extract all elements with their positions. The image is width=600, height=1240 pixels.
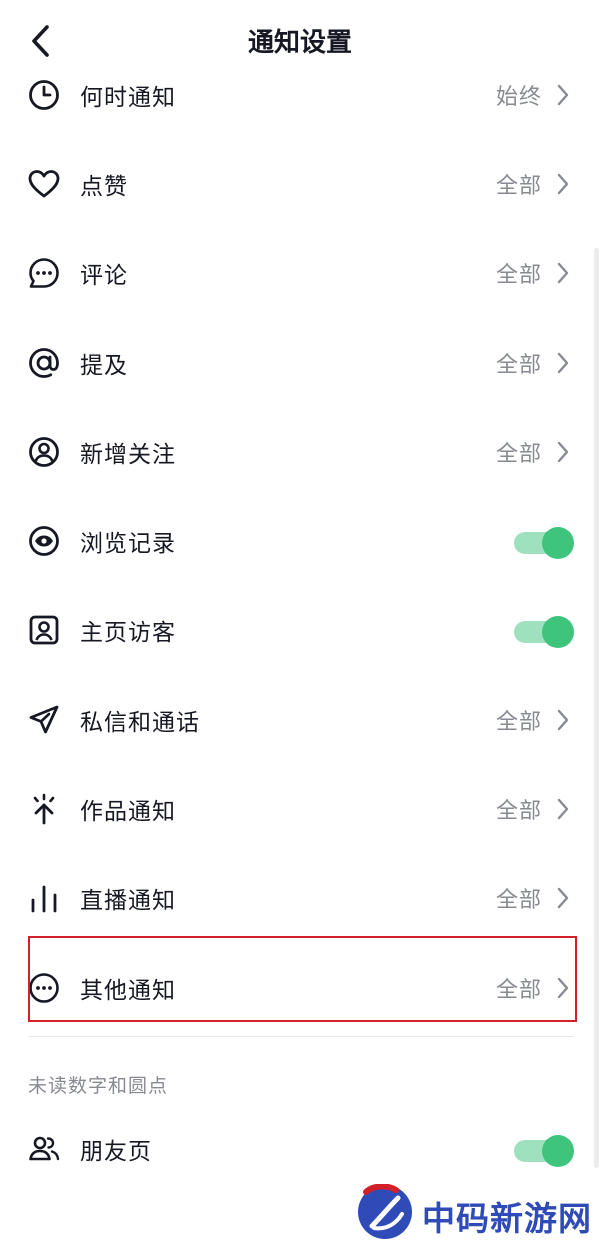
- heart-icon: [26, 166, 62, 202]
- row-when-notify[interactable]: 何时通知 始终: [0, 50, 600, 139]
- row-label: 私信和通话: [80, 709, 200, 736]
- eye-icon: [26, 523, 62, 559]
- chevron-right-icon: [554, 349, 572, 377]
- row-value: 全部: [495, 352, 542, 378]
- chevron-right-icon: [554, 706, 572, 734]
- row-label: 新增关注: [80, 441, 176, 468]
- scrollbar[interactable]: [594, 248, 599, 1168]
- chevron-right-icon: [554, 974, 572, 1002]
- watermark: 中码新游网: [356, 1184, 600, 1240]
- friends-page-toggle[interactable]: [514, 1134, 574, 1167]
- user-circle-icon: [26, 434, 62, 470]
- row-label: 其他通知: [80, 977, 176, 1004]
- chevron-right-icon: [554, 795, 572, 823]
- row-label: 何时通知: [80, 84, 176, 111]
- row-value: 全部: [495, 709, 542, 735]
- friends-icon: [26, 1131, 62, 1167]
- chevron-right-icon: [554, 438, 572, 466]
- toggle-knob: [542, 1134, 574, 1167]
- row-value: 全部: [495, 263, 542, 289]
- row-new-followers[interactable]: 新增关注 全部: [0, 407, 600, 496]
- row-label: 作品通知: [80, 799, 176, 826]
- row-friends-page: 朋友页: [0, 1104, 600, 1193]
- clock-icon: [26, 77, 62, 113]
- chevron-right-icon: [554, 170, 572, 198]
- row-label: 直播通知: [80, 888, 176, 915]
- row-value: 始终: [495, 84, 542, 110]
- row-messages-calls[interactable]: 私信和通话 全部: [0, 675, 600, 764]
- chevron-right-icon: [554, 884, 572, 912]
- more-dots-icon: [26, 970, 62, 1006]
- row-label: 评论: [80, 263, 128, 290]
- watermark-logo-icon: [358, 1184, 412, 1239]
- row-works-notify[interactable]: 作品通知 全部: [0, 764, 600, 853]
- at-sign-icon: [26, 345, 62, 381]
- row-label: 提及: [80, 352, 128, 379]
- comment-bubble-icon: [26, 255, 62, 291]
- row-comments[interactable]: 评论 全部: [0, 229, 600, 318]
- row-browse-history: 浏览记录: [0, 496, 600, 585]
- browse-history-toggle[interactable]: [514, 526, 574, 560]
- row-label: 浏览记录: [80, 531, 176, 558]
- row-value: 全部: [495, 441, 542, 467]
- row-label: 点赞: [80, 173, 128, 200]
- row-likes[interactable]: 点赞 全部: [0, 139, 600, 228]
- row-value: 全部: [495, 977, 542, 1003]
- profile-visitors-toggle[interactable]: [514, 615, 574, 649]
- toggle-knob: [542, 527, 574, 560]
- row-profile-visitors: 主页访客: [0, 586, 600, 675]
- toggle-knob: [542, 616, 574, 649]
- row-value: 全部: [495, 173, 542, 199]
- notification-settings-screen: 通知设置 何时通知 始终 点赞 全部 评论 全部 提及 全部 新增关注 全部 浏…: [0, 0, 600, 1240]
- profile-frame-icon: [26, 612, 62, 648]
- watermark-text: 中码新游网: [422, 1199, 592, 1238]
- row-live-notify[interactable]: 直播通知 全部: [0, 854, 600, 943]
- send-icon: [26, 702, 62, 738]
- bars-icon: [26, 880, 62, 916]
- row-value: 全部: [495, 888, 542, 914]
- row-mentions[interactable]: 提及 全部: [0, 318, 600, 407]
- section-divider: [28, 1036, 574, 1037]
- row-label: 朋友页: [80, 1138, 152, 1165]
- section-title-unread: 未读数字和圆点: [28, 1075, 169, 1097]
- settings-list: 何时通知 始终 点赞 全部 评论 全部 提及 全部 新增关注 全部 浏览记录 主…: [0, 50, 600, 1032]
- chevron-right-icon: [554, 81, 572, 109]
- chevron-right-icon: [554, 259, 572, 287]
- row-other-notify[interactable]: 其他通知 全部: [0, 943, 600, 1032]
- row-value: 全部: [495, 799, 542, 825]
- row-label: 主页访客: [80, 620, 176, 647]
- sparkle-icon: [26, 791, 62, 827]
